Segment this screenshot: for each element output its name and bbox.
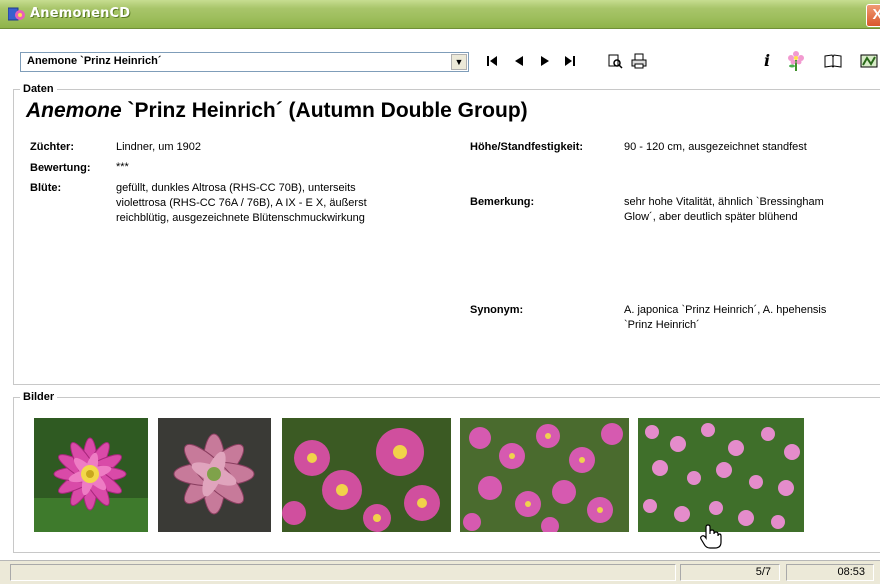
first-record-icon[interactable] bbox=[486, 55, 498, 67]
flower-photo-3[interactable] bbox=[282, 418, 451, 532]
next-record-icon[interactable] bbox=[539, 55, 551, 67]
flower-icon[interactable] bbox=[786, 50, 806, 72]
synonym-value: A. japonica `Prinz Heinrich´, A. hpehens… bbox=[624, 304, 827, 331]
bewertung-label: Bewertung: bbox=[30, 162, 91, 174]
synonym-label: Synonym: bbox=[470, 304, 524, 316]
variety-heading: Anemone `Prinz Heinrich´ (Autumn Double … bbox=[26, 99, 528, 123]
close-button[interactable]: X bbox=[866, 4, 880, 27]
flower-photo-4[interactable] bbox=[460, 418, 629, 532]
status-panel-empty bbox=[10, 564, 676, 581]
record-position: 5/7 bbox=[680, 564, 780, 581]
hoehe-value: 90 - 120 cm, ausgezeichnet standfest bbox=[624, 141, 807, 153]
bluete-value: gefüllt, dunkles Altrosa (RHS-CC 70B), u… bbox=[116, 182, 367, 224]
map-icon[interactable] bbox=[860, 53, 878, 69]
daten-group: Daten bbox=[13, 83, 880, 385]
bemerkung-label: Bemerkung: bbox=[470, 196, 535, 208]
previous-record-icon[interactable] bbox=[513, 55, 525, 67]
search-icon[interactable] bbox=[607, 53, 623, 69]
bilder-legend: Bilder bbox=[23, 391, 55, 403]
app-icon bbox=[8, 7, 25, 21]
zuechter-value: Lindner, um 1902 bbox=[116, 141, 202, 153]
zuechter-label: Züchter: bbox=[30, 141, 74, 153]
bemerkung-value: sehr hohe Vitalität, ähnlich `Bressingha… bbox=[624, 196, 824, 223]
bewertung-value: *** bbox=[116, 161, 129, 173]
flower-photo-1[interactable] bbox=[34, 418, 148, 532]
variety-select[interactable]: Anemone `Prinz Heinrich´ ▼ bbox=[20, 52, 469, 72]
bluete-label: Blüte: bbox=[30, 182, 62, 194]
hoehe-label: Höhe/Standfestigkeit: bbox=[470, 141, 584, 153]
title-bar: AnemonenCD X bbox=[0, 0, 880, 29]
print-icon[interactable] bbox=[631, 53, 647, 69]
hand-cursor-icon bbox=[700, 524, 722, 549]
status-bar: 5/7 08:53 bbox=[0, 560, 880, 584]
chevron-down-icon[interactable]: ▼ bbox=[451, 54, 467, 70]
variety-heading-genus: Anemone bbox=[26, 99, 122, 122]
info-icon[interactable]: i bbox=[764, 53, 770, 69]
flower-photo-5[interactable] bbox=[638, 418, 804, 532]
daten-legend: Daten bbox=[23, 83, 54, 95]
last-record-icon[interactable] bbox=[564, 55, 576, 67]
book-icon[interactable] bbox=[824, 53, 842, 69]
variety-heading-name: `Prinz Heinrich´ (Autumn Double Group) bbox=[121, 99, 528, 122]
window-title: AnemonenCD bbox=[30, 6, 131, 21]
toolbar: Anemone `Prinz Heinrich´ ▼ i bbox=[0, 29, 880, 74]
clock: 08:53 bbox=[786, 564, 874, 581]
variety-select-value: Anemone `Prinz Heinrich´ bbox=[27, 55, 162, 67]
flower-photo-2[interactable] bbox=[158, 418, 271, 532]
